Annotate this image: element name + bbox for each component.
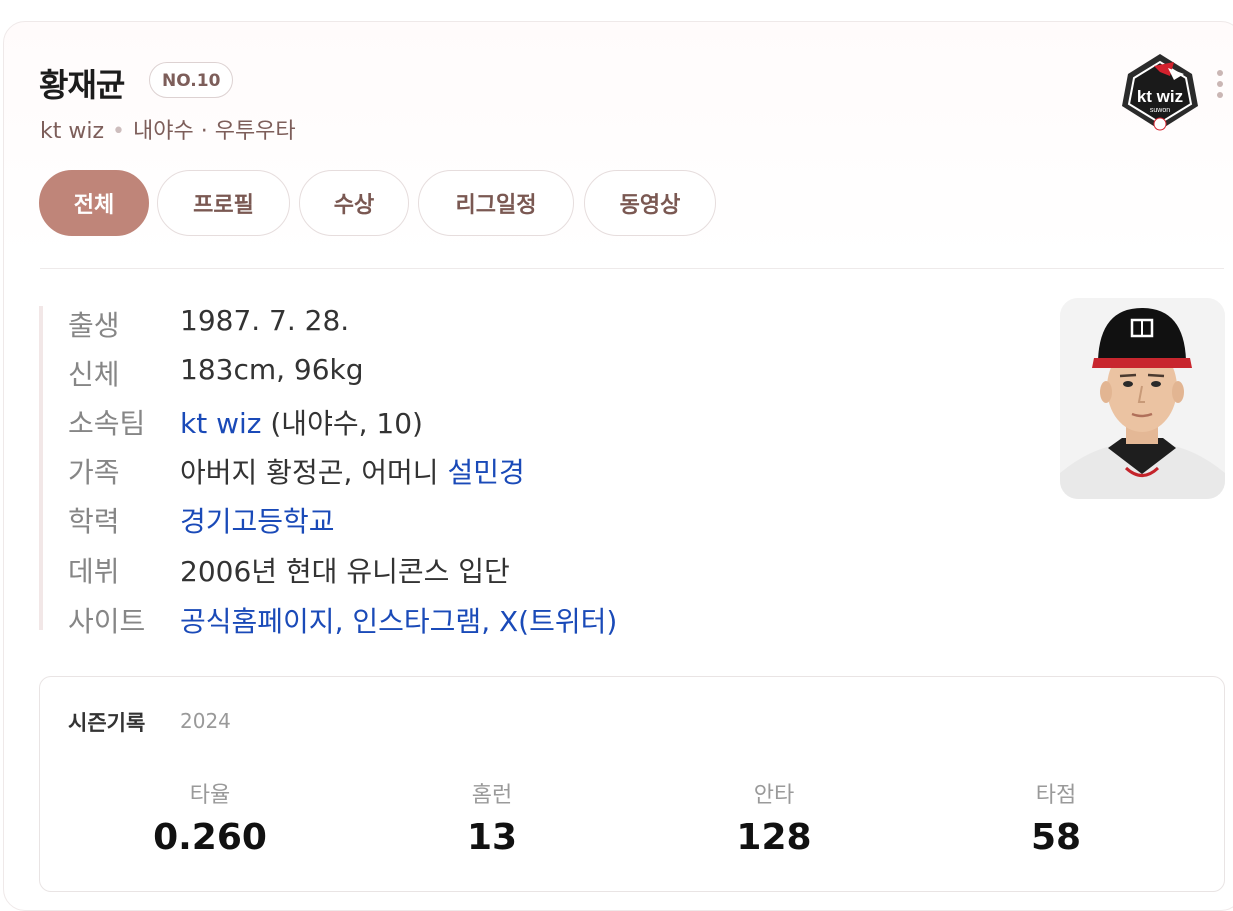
stat-value: 128 <box>736 817 812 858</box>
season-stats-title: 시즌기록 <box>68 711 146 735</box>
site-separator: , <box>334 605 353 638</box>
season-stats-year: 2024 <box>180 709 231 733</box>
info-key-school: 학력 <box>68 505 120 538</box>
twitter-link[interactable]: X(트위터) <box>499 605 617 638</box>
info-value-debut: 2006년 현대 유니콘스 입단 <box>180 555 510 588</box>
tab-league-schedule[interactable]: 리그일정 <box>418 170 574 236</box>
homepage-link[interactable]: 공식홈페이지 <box>180 605 335 638</box>
info-key-debut: 데뷔 <box>68 555 120 588</box>
logo-text: kt wiz <box>1137 87 1183 106</box>
stat-label: 홈런 <box>471 783 513 808</box>
number-badge: NO.10 <box>149 62 234 98</box>
team-detail: (내야수, 10) <box>261 407 423 440</box>
season-stats-card: 시즌기록 2024 타율 0.260 홈런 13 안타 128 타점 58 <box>39 676 1225 892</box>
player-photo[interactable] <box>1060 298 1225 499</box>
site-separator: , <box>481 605 499 638</box>
info-value-body: 183cm, 96kg <box>180 353 364 386</box>
family-text: 아버지 황정곤, 어머니 <box>180 456 448 489</box>
tab-awards[interactable]: 수상 <box>299 170 409 236</box>
info-value-team: kt wiz (내야수, 10) <box>180 402 423 442</box>
player-name: 황재균 <box>39 66 125 104</box>
stat-home-runs: 홈런 13 <box>392 777 592 858</box>
stat-label: 안타 <box>753 783 795 808</box>
mother-link[interactable]: 설민경 <box>447 456 524 489</box>
team-logo-icon[interactable]: kt wiz suwon <box>1114 48 1206 134</box>
position-text: 내야수 · 우투우타 <box>133 119 296 144</box>
team-link[interactable]: kt wiz <box>180 407 261 440</box>
info-side-bar <box>39 306 43 630</box>
info-key-team: 소속팀 <box>68 407 146 440</box>
separator-dot: • <box>112 119 125 144</box>
info-value-site: 공식홈페이지, 인스타그램, X(트위터) <box>180 600 617 640</box>
info-key-family: 가족 <box>68 456 120 489</box>
tab-profile[interactable]: 프로필 <box>157 170 290 236</box>
tab-videos[interactable]: 동영상 <box>584 170 716 236</box>
school-link[interactable]: 경기고등학교 <box>180 500 335 540</box>
stat-rbi: 타점 58 <box>956 777 1156 858</box>
more-options-icon[interactable] <box>1215 70 1227 104</box>
stat-hits: 안타 128 <box>674 777 874 858</box>
info-key-site: 사이트 <box>68 605 146 638</box>
player-subline: kt wiz • 내야수 · 우투우타 <box>40 113 296 145</box>
tab-all[interactable]: 전체 <box>39 170 149 236</box>
team-name[interactable]: kt wiz <box>40 119 104 144</box>
info-key-body: 신체 <box>68 358 120 391</box>
stat-label: 타점 <box>1035 783 1077 808</box>
stat-label: 타율 <box>189 783 231 808</box>
stat-batting-average: 타율 0.260 <box>110 777 310 858</box>
stat-value: 13 <box>466 817 518 858</box>
info-key-birth: 출생 <box>68 309 120 342</box>
instagram-link[interactable]: 인스타그램 <box>352 605 481 638</box>
logo-subtext: suwon <box>1150 107 1170 114</box>
stat-value: 0.260 <box>153 817 267 858</box>
info-value-family: 아버지 황정곤, 어머니 설민경 <box>180 451 525 491</box>
section-divider <box>40 268 1224 269</box>
info-value-birth: 1987. 7. 28. <box>180 304 350 337</box>
stat-value: 58 <box>1030 817 1082 858</box>
